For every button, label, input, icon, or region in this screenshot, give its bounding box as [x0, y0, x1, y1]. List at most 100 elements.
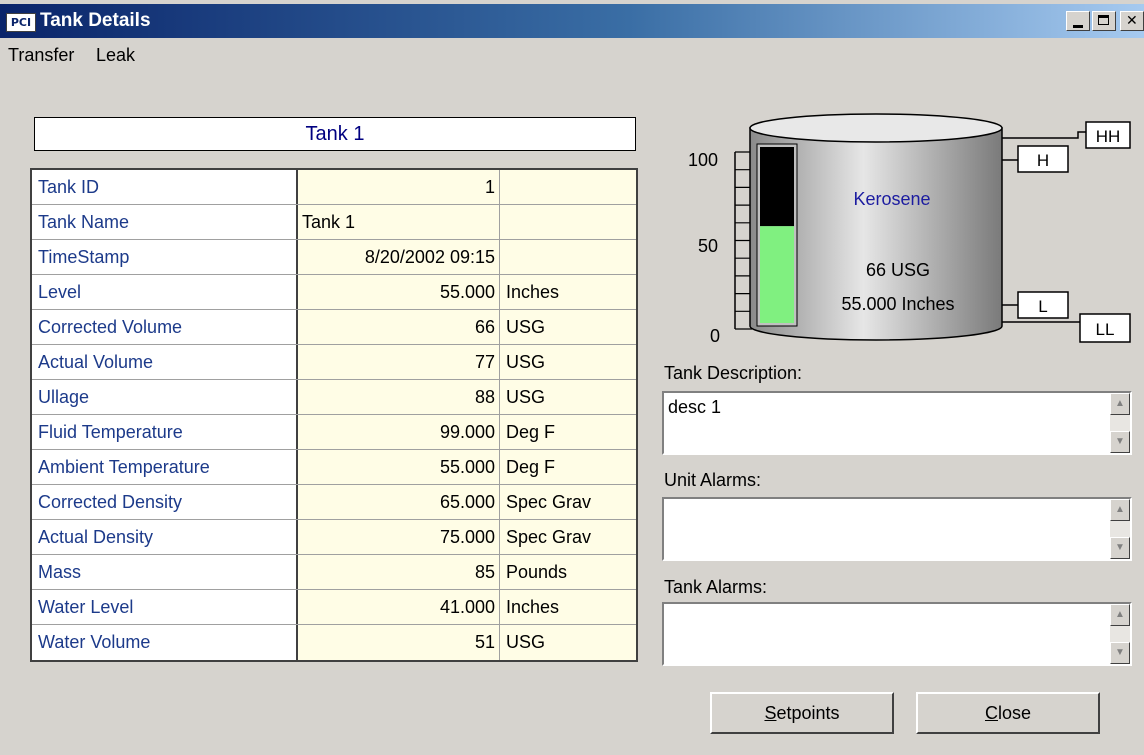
field-value: 55.000	[298, 450, 500, 484]
table-row[interactable]: Actual Volume 77 USG	[32, 345, 636, 380]
tank-alarms-scrollbar[interactable]: ▲ ▼	[1110, 604, 1130, 664]
tank-alarms-label: Tank Alarms:	[664, 577, 768, 597]
scroll-down-icon[interactable]: ▼	[1110, 431, 1130, 453]
field-unit	[500, 205, 636, 239]
table-row[interactable]: Corrected Volume 66 USG	[32, 310, 636, 345]
window-title: Tank Details	[40, 10, 151, 31]
field-value: 51	[298, 625, 500, 660]
tank-description-label: Tank Description:	[664, 363, 803, 383]
table-row[interactable]: Corrected Density 65.000 Spec Grav	[32, 485, 636, 520]
field-label: Corrected Volume	[32, 310, 298, 344]
close-icon[interactable]	[1120, 11, 1144, 31]
alarm-line-hh	[1002, 131, 1088, 139]
table-row[interactable]: Level 55.000 Inches	[32, 275, 636, 310]
table-row[interactable]: Ambient Temperature 55.000 Deg F	[32, 450, 636, 485]
field-unit: Spec Grav	[500, 485, 636, 519]
field-label: Ullage	[32, 380, 298, 414]
field-value: 88	[298, 380, 500, 414]
alarm-label-ll: LL	[1096, 320, 1115, 339]
menu-transfer[interactable]: Transfer	[8, 45, 74, 66]
table-row[interactable]: Water Volume 51 USG	[32, 625, 636, 660]
field-label: Fluid Temperature	[32, 415, 298, 449]
field-label: Ambient Temperature	[32, 450, 298, 484]
field-label: Water Level	[32, 590, 298, 624]
unit-alarms-scrollbar[interactable]: ▲ ▼	[1110, 499, 1130, 559]
close-label: lose	[997, 703, 1032, 723]
alarm-label-l: L	[1038, 297, 1047, 316]
tank-level-text: 55.000 Inches	[841, 294, 954, 314]
table-row[interactable]: TimeStamp 8/20/2002 09:15	[32, 240, 636, 275]
alarm-label-h: H	[1037, 151, 1049, 170]
scroll-down-icon[interactable]: ▼	[1110, 642, 1130, 664]
field-unit: Deg F	[500, 415, 636, 449]
field-unit: USG	[500, 310, 636, 344]
field-value: 75.000	[298, 520, 500, 554]
setpoints-button[interactable]: Setpoints	[710, 692, 894, 734]
tank-description-field[interactable]: desc 1 ▲ ▼	[662, 391, 1132, 455]
field-unit	[500, 240, 636, 274]
close-mnemonic: C	[984, 703, 998, 723]
field-label: Tank Name	[32, 205, 298, 239]
scroll-up-icon[interactable]: ▲	[1110, 604, 1130, 626]
tank-alarms-field[interactable]: ▲ ▼	[662, 602, 1132, 666]
field-unit: USG	[500, 345, 636, 379]
table-row[interactable]: Fluid Temperature 99.000 Deg F	[32, 415, 636, 450]
app-icon: PCI	[6, 13, 36, 32]
tank-volume-text: 66 USG	[866, 260, 930, 280]
field-value: 55.000	[298, 275, 500, 309]
setpoints-mnemonic: S	[764, 703, 777, 723]
tank-top	[749, 113, 1003, 143]
title-bar[interactable]: PCI Tank Details	[0, 4, 1144, 38]
field-unit: USG	[500, 625, 636, 660]
field-label: Mass	[32, 555, 298, 589]
field-unit: USG	[500, 380, 636, 414]
field-value: 85	[298, 555, 500, 589]
scale-label-50: 50	[698, 236, 718, 256]
field-label: Actual Volume	[32, 345, 298, 379]
field-label: Corrected Density	[32, 485, 298, 519]
tank-level-graphic: 100 50 0 Kerosene 66 USG 55.000 Inches H…	[688, 113, 1131, 346]
field-unit: Deg F	[500, 450, 636, 484]
level-bar-empty	[760, 147, 794, 227]
tank-description-value: desc 1	[668, 397, 722, 417]
maximize-icon[interactable]	[1092, 11, 1116, 31]
level-bar-fill	[760, 226, 794, 323]
unit-alarms-label: Unit Alarms:	[664, 470, 762, 490]
tank-description-scrollbar[interactable]: ▲ ▼	[1110, 393, 1130, 453]
product-name: Kerosene	[853, 189, 930, 209]
field-label: TimeStamp	[32, 240, 298, 274]
field-value: 77	[298, 345, 500, 379]
table-row[interactable]: Mass 85 Pounds	[32, 555, 636, 590]
field-value: 41.000	[298, 590, 500, 624]
table-row[interactable]: Water Level 41.000 Inches	[32, 590, 636, 625]
field-value: Tank 1	[298, 205, 500, 239]
field-unit: Spec Grav	[500, 520, 636, 554]
field-value: 66	[298, 310, 500, 344]
scroll-up-icon[interactable]: ▲	[1110, 393, 1130, 415]
field-label: Water Volume	[32, 625, 298, 660]
field-value: 65.000	[298, 485, 500, 519]
close-button[interactable]: Close	[916, 692, 1100, 734]
field-unit: Inches	[500, 275, 636, 309]
scale-label-0: 0	[710, 326, 720, 346]
tank-details-window: PCI Tank Details Transfer Leak Tank 1 Ta…	[0, 0, 1144, 755]
menu-leak[interactable]: Leak	[96, 45, 135, 66]
field-unit: Pounds	[500, 555, 636, 589]
field-unit	[500, 170, 636, 204]
alarm-label-hh: HH	[1096, 127, 1121, 146]
table-row[interactable]: Actual Density 75.000 Spec Grav	[32, 520, 636, 555]
scale-label-100: 100	[688, 150, 718, 170]
scroll-up-icon[interactable]: ▲	[1110, 499, 1130, 521]
table-row[interactable]: Ullage 88 USG	[32, 380, 636, 415]
tank-details-grid: Tank ID 1 Tank Name Tank 1 TimeStamp 8/20/200…	[30, 168, 638, 662]
minimize-icon[interactable]	[1066, 11, 1090, 31]
field-label: Level	[32, 275, 298, 309]
table-row[interactable]: Tank Name Tank 1	[32, 205, 636, 240]
field-value: 8/20/2002 09:15	[298, 240, 500, 274]
setpoints-label: etpoints	[776, 703, 840, 723]
unit-alarms-field[interactable]: ▲ ▼	[662, 497, 1132, 561]
field-value: 99.000	[298, 415, 500, 449]
field-label: Actual Density	[32, 520, 298, 554]
scroll-down-icon[interactable]: ▼	[1110, 537, 1130, 559]
table-row[interactable]: Tank ID 1	[32, 170, 636, 205]
